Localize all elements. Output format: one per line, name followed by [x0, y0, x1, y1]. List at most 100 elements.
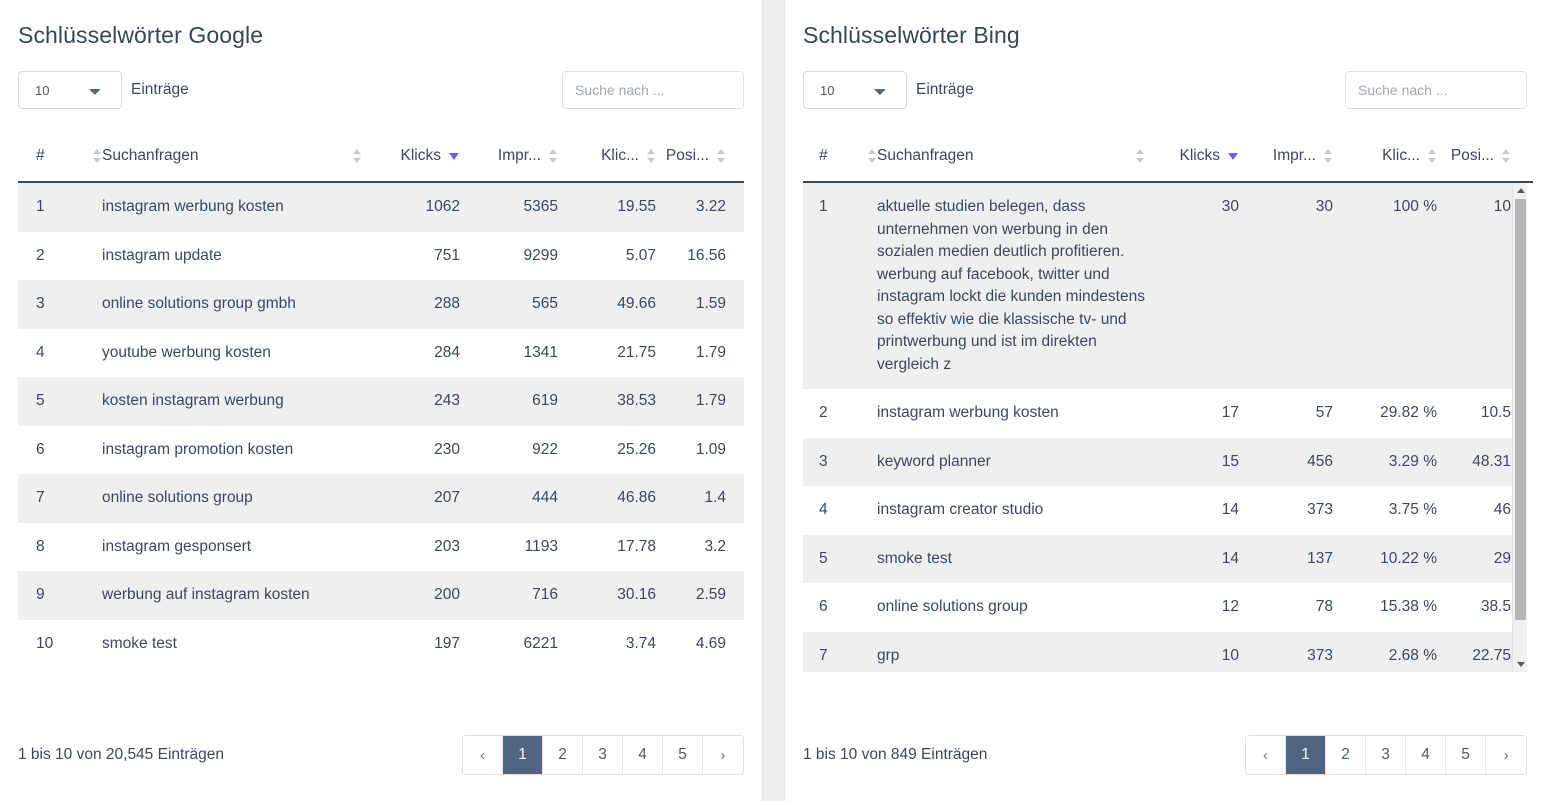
keyword-comparison-view: Schlüsselwörter Google 10 25 50 100 Eint… — [0, 0, 1547, 801]
page-length-select-bing[interactable]: 10 25 50 100 — [803, 71, 907, 109]
pagination-page-2[interactable]: 2 — [1326, 736, 1366, 774]
cell-query: online solutions group — [877, 598, 1028, 615]
col-header-index[interactable]: # — [18, 147, 102, 182]
pagination-page-1[interactable]: 1 — [1286, 736, 1326, 774]
table-row[interactable]: 3 online solutions group gmbh 288 565 49.66 1… — [18, 280, 744, 329]
table-head-bing: # Suchanfragen Klicks Impr... Klic... Po… — [803, 147, 1533, 182]
sort-descending-icon[interactable] — [1228, 149, 1239, 163]
page-length-select-google[interactable]: 10 25 50 100 — [18, 71, 122, 109]
cell-query: online solutions group — [102, 489, 253, 506]
sort-both-icon[interactable] — [717, 149, 726, 163]
col-header-impressions[interactable]: Impr... — [1239, 147, 1333, 182]
table-row[interactable]: 5 kosten instagram werbung 243 619 38.53 1.79 — [18, 377, 744, 426]
cell-imp: 1193 — [524, 537, 558, 555]
panel-google: Schlüsselwörter Google 10 25 50 100 Eint… — [0, 0, 762, 801]
pagination-page-3[interactable]: 3 — [583, 736, 623, 774]
cell-pos: 3.22 — [695, 198, 726, 215]
col-header-impressions[interactable]: Impr... — [460, 147, 558, 182]
sort-both-icon[interactable] — [549, 149, 558, 163]
table-scroll-google: # Suchanfragen Klicks Impr... Klic... Po… — [18, 147, 744, 668]
table-footer-google: 1 bis 10 von 20,545 Einträgen ‹ 1 2 3 4 5 › — [18, 727, 744, 801]
table-row[interactable]: 1 aktuelle studien belegen, dass unterneh… — [803, 183, 1527, 389]
cell-idx: 6 — [36, 440, 45, 458]
cell-idx: 1 — [36, 198, 45, 215]
col-header-clicks[interactable]: Klicks — [1145, 147, 1239, 182]
cell-pos: 1.79 — [695, 343, 726, 361]
cell-idx: 4 — [819, 501, 828, 518]
sort-both-icon[interactable] — [868, 149, 877, 163]
sort-both-icon[interactable] — [93, 149, 102, 163]
cell-clk: 30 — [1221, 198, 1239, 215]
table-header-row: # Suchanfragen Klicks Impr... Klic... Po… — [803, 147, 1533, 182]
pagination-next-button[interactable]: › — [703, 736, 743, 774]
sort-descending-icon[interactable] — [449, 149, 460, 163]
cell-ctr: 46.86 — [617, 489, 656, 506]
pagination-page-5[interactable]: 5 — [1446, 736, 1486, 774]
table-row[interactable]: 7 grp 10 373 2.68 % 22.75 — [803, 631, 1527, 672]
col-header-query[interactable]: Suchanfragen — [102, 147, 362, 182]
cell-clk: 200 — [434, 586, 460, 603]
sort-both-icon[interactable] — [1428, 149, 1437, 163]
table-row[interactable]: 8 instagram gesponsert 203 1193 17.78 3.2 — [18, 522, 744, 571]
table-row[interactable]: 1 instagram werbung kosten 1062 5365 19.55 3.… — [18, 182, 744, 232]
keywords-table-bing: 1 aktuelle studien belegen, dass unterneh… — [803, 183, 1527, 672]
table-wrap-bing: # Suchanfragen Klicks Impr... Klic... Po… — [803, 147, 1533, 672]
cell-clk: 17 — [1221, 404, 1239, 421]
pagination-page-4[interactable]: 4 — [1406, 736, 1446, 774]
cell-pos: 1.59 — [695, 295, 726, 312]
sort-both-icon[interactable] — [353, 149, 362, 163]
pagination-prev-button[interactable]: ‹ — [463, 736, 503, 774]
pagination-page-5[interactable]: 5 — [663, 736, 703, 774]
pagination-prev-button[interactable]: ‹ — [1246, 736, 1286, 774]
cell-idx: 5 — [36, 392, 45, 409]
pagination-page-3[interactable]: 3 — [1366, 736, 1406, 774]
scroll-down-arrow-icon[interactable] — [1513, 657, 1527, 672]
sort-both-icon[interactable] — [1324, 149, 1333, 163]
table-row[interactable]: 7 online solutions group 207 444 46.86 1.4 — [18, 474, 744, 523]
table-row[interactable]: 6 instagram promotion kosten 230 922 25.26 1.… — [18, 425, 744, 474]
col-header-clicks[interactable]: Klicks — [362, 147, 460, 182]
pagination-page-2[interactable]: 2 — [543, 736, 583, 774]
col-header-ctr[interactable]: Klic... — [558, 147, 656, 182]
search-input-google[interactable] — [562, 71, 744, 109]
pagination-google[interactable]: ‹ 1 2 3 4 5 › — [462, 735, 744, 775]
search-input-bing[interactable] — [1345, 71, 1527, 109]
table-body-scroll-bing[interactable]: 1 aktuelle studien belegen, dass unterneh… — [803, 183, 1527, 672]
table-row[interactable]: 4 youtube werbung kosten 284 1341 21.75 1.79 — [18, 328, 744, 377]
cell-clk: 14 — [1221, 501, 1239, 518]
table-row[interactable]: 2 instagram werbung kosten 17 57 29.82 % 10.5 — [803, 389, 1527, 438]
table-row[interactable]: 3 keyword planner 15 456 3.29 % 48.31 — [803, 437, 1527, 486]
col-header-query[interactable]: Suchanfragen — [877, 147, 1145, 182]
cell-pos: 1.09 — [695, 440, 726, 458]
cell-clk: 15 — [1221, 452, 1239, 470]
table-row[interactable]: 6 online solutions group 12 78 15.38 % 38.5 — [803, 583, 1527, 632]
cell-ctr: 5.07 — [625, 246, 656, 264]
col-header-ctr[interactable]: Klic... — [1333, 147, 1437, 182]
scroll-up-arrow-icon[interactable] — [1513, 183, 1527, 198]
col-header-label: Suchanfragen — [102, 147, 199, 164]
table-row[interactable]: 4 instagram creator studio 14 373 3.75 % 46 — [803, 486, 1527, 535]
cell-clk: 1062 — [425, 198, 460, 215]
cell-imp: 6221 — [523, 634, 558, 652]
pagination-bing[interactable]: ‹ 1 2 3 4 5 › — [1245, 735, 1527, 775]
page-length-label-bing: Einträge — [916, 81, 974, 98]
pagination-page-1[interactable]: 1 — [503, 736, 543, 774]
scrollbar-thumb[interactable] — [1515, 199, 1526, 620]
pagination-next-button[interactable]: › — [1486, 736, 1526, 774]
cell-idx: 3 — [819, 452, 828, 470]
pagination-page-4[interactable]: 4 — [623, 736, 663, 774]
col-header-position[interactable]: Posi... — [1437, 147, 1533, 182]
table-row[interactable]: 9 werbung auf instagram kosten 200 716 30.16… — [18, 571, 744, 620]
cell-ctr: 19.55 — [617, 198, 656, 215]
col-header-index[interactable]: # — [803, 147, 877, 182]
sort-both-icon[interactable] — [1502, 149, 1511, 163]
cell-idx: 8 — [36, 537, 45, 555]
table-row[interactable]: 10 smoke test 197 6221 3.74 4.69 — [18, 619, 744, 668]
sort-both-icon[interactable] — [1136, 149, 1145, 163]
table-row[interactable]: 2 instagram update 751 9299 5.07 16.56 — [18, 231, 744, 280]
vertical-scrollbar-bing[interactable] — [1512, 183, 1527, 672]
table-row[interactable]: 5 smoke test 14 137 10.22 % 29 — [803, 534, 1527, 583]
cell-query: instagram creator studio — [877, 501, 1044, 518]
sort-both-icon[interactable] — [647, 149, 656, 163]
col-header-position[interactable]: Posi... — [656, 147, 744, 182]
